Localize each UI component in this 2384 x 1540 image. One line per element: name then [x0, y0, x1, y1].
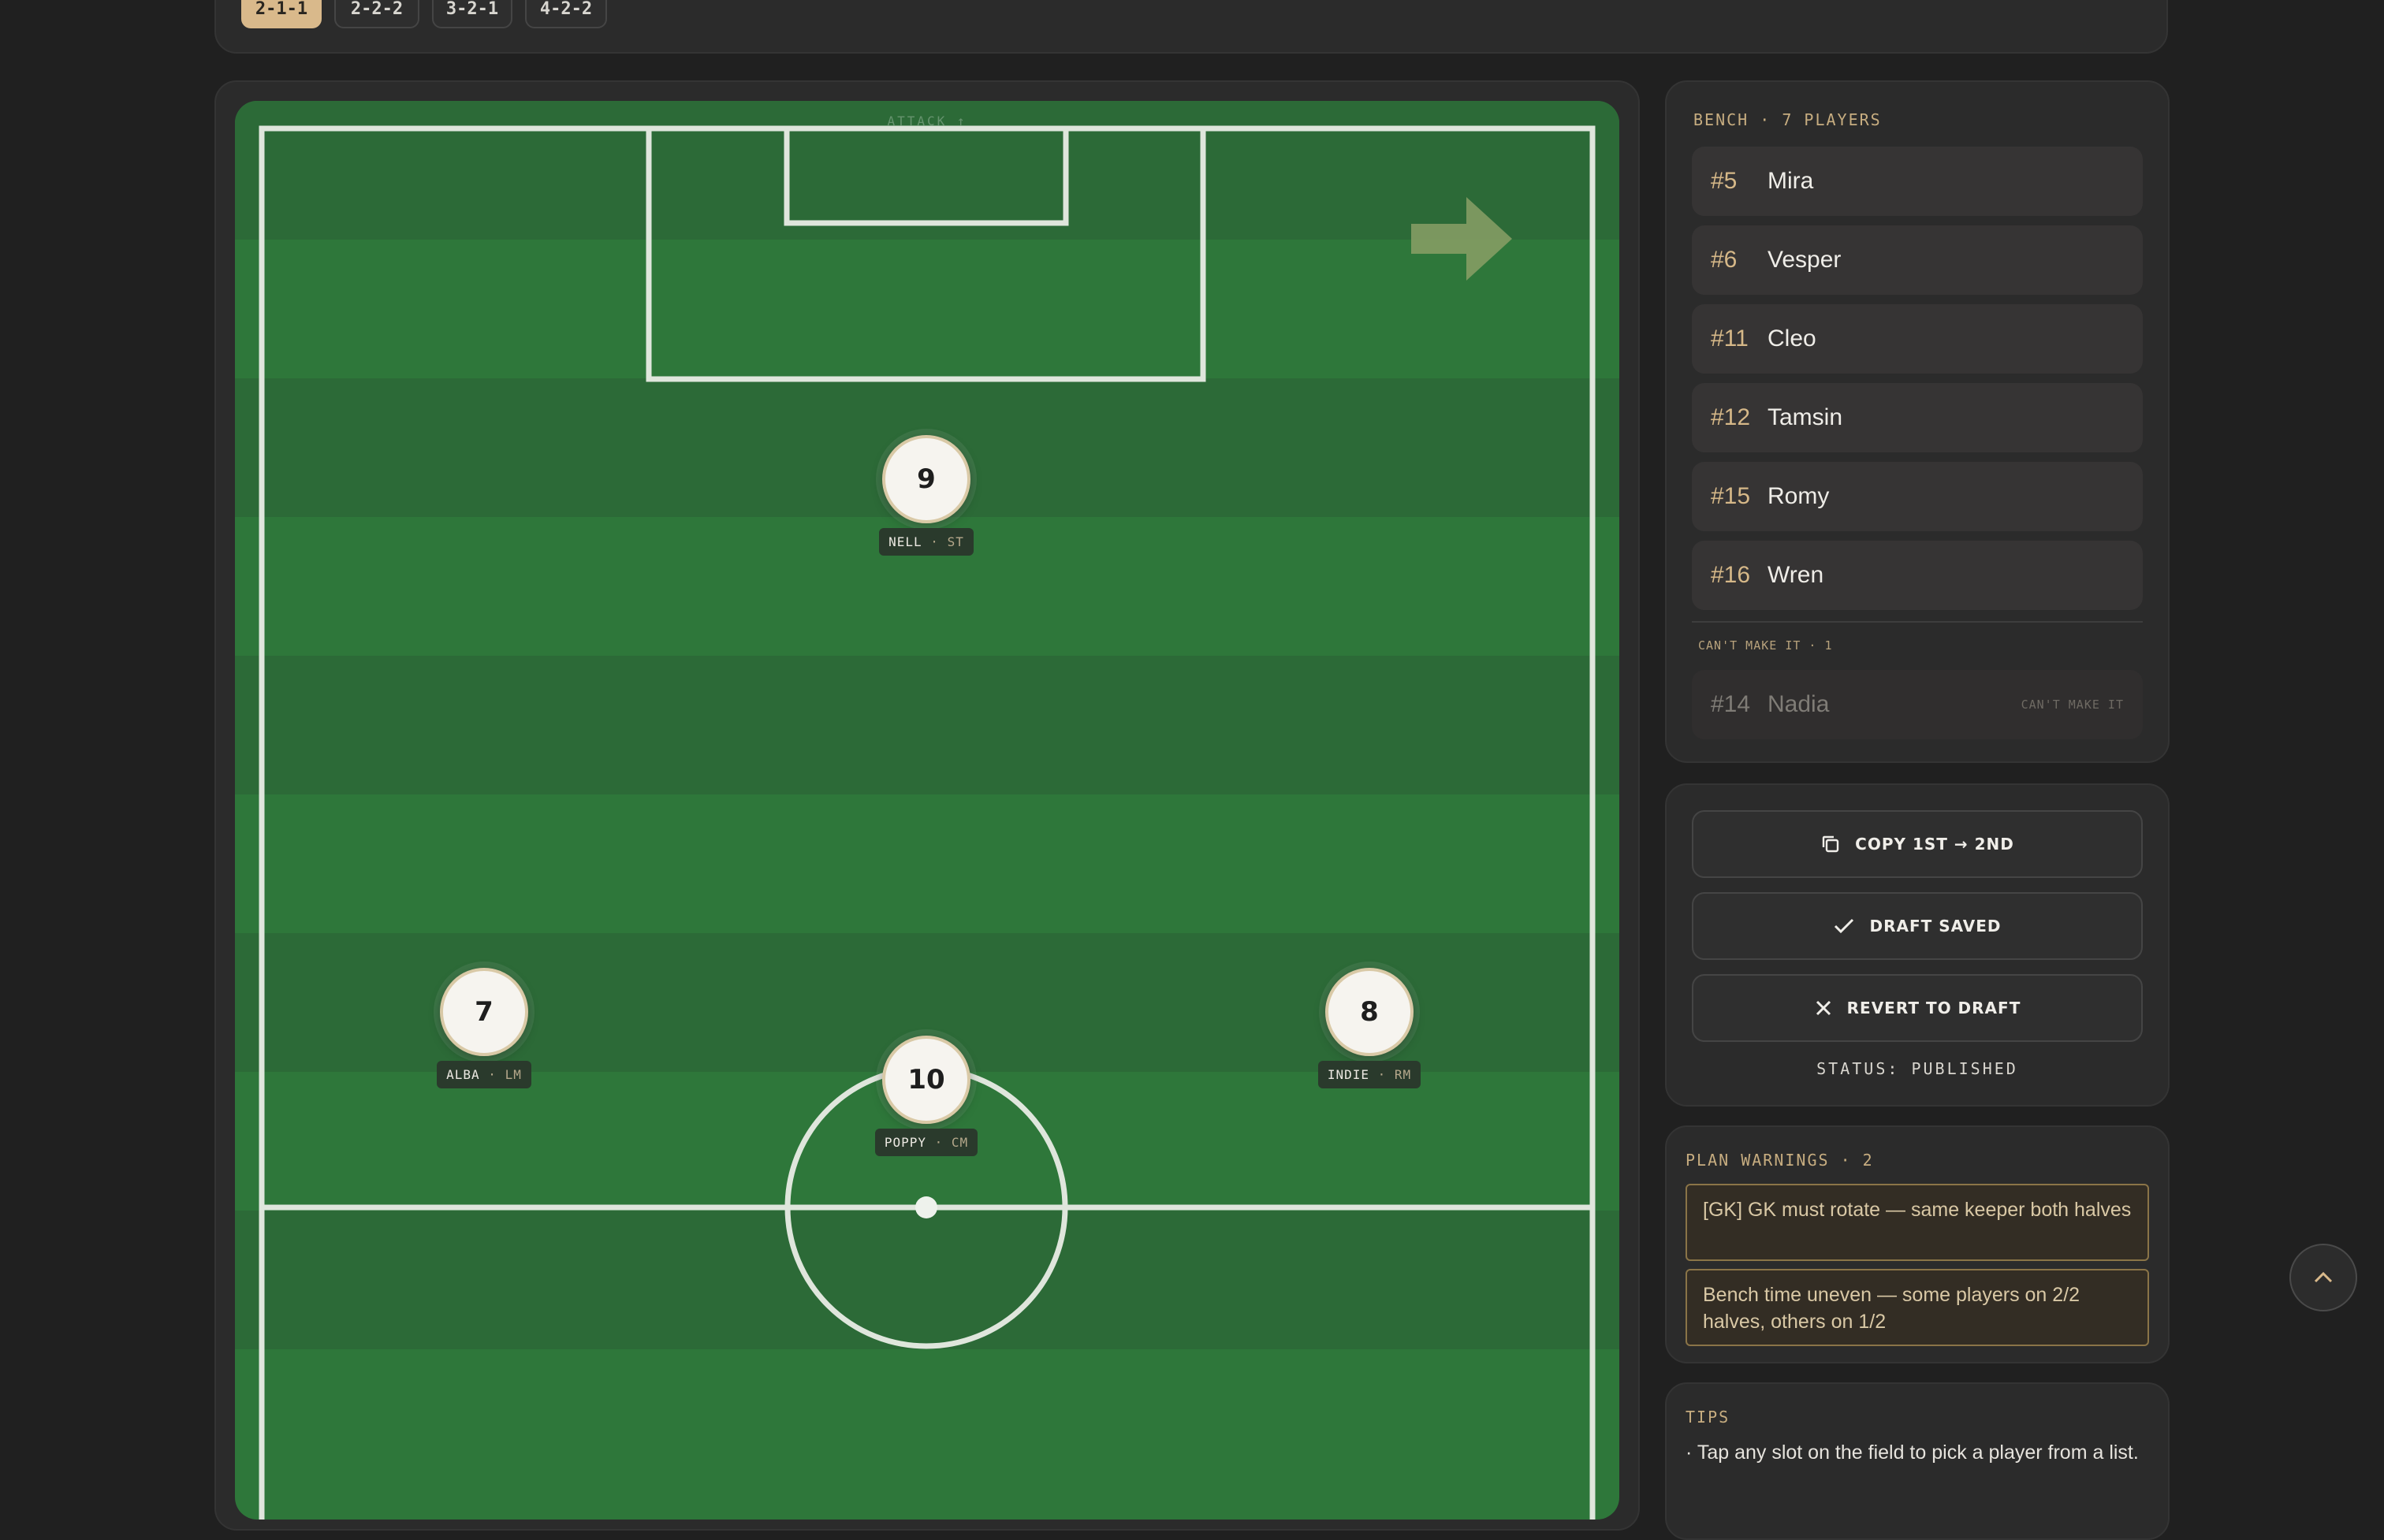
bench-player-number: #12 [1711, 404, 1751, 430]
bench-player-number: #15 [1711, 483, 1751, 509]
bench-player-name: Cleo [1768, 325, 1816, 352]
player-number: 10 [882, 1036, 970, 1124]
bench-player[interactable]: #11 Cleo [1692, 304, 2143, 374]
tips-card: TIPS · Tap any slot on the field to pick… [1665, 1382, 2170, 1540]
revert-label: REVERT TO DRAFT [1846, 999, 2021, 1017]
bench-player-name: Mira [1768, 168, 1814, 194]
actions-card: COPY 1ST → 2ND DRAFT SAVED REVERT TO DRA… [1665, 783, 2170, 1107]
tab-formation-3[interactable]: 3-2-1 [432, 0, 512, 28]
player-label: NELL · ST [847, 528, 1005, 556]
bench-player-name: Nadia [1768, 691, 1830, 717]
tab-formation-1[interactable]: 2-1-1 [241, 0, 322, 28]
warning-item: [GK] GK must rotate — same keeper both h… [1686, 1184, 2149, 1261]
pitch-markings [259, 125, 1596, 1520]
unavailable-title: CAN'T MAKE IT · 1 [1698, 638, 1833, 653]
check-icon [1835, 918, 1854, 934]
bench-player-name: Tamsin [1768, 404, 1843, 430]
bench-player-number: #14 [1711, 691, 1751, 717]
bench-player-number: #6 [1711, 247, 1738, 273]
player-label: INDIE · RM [1291, 1061, 1448, 1088]
draft-label: DRAFT SAVED [1869, 917, 2002, 936]
bench-player[interactable]: #15 Romy [1692, 462, 2143, 531]
player-number: 8 [1325, 968, 1414, 1056]
tips-text: · Tap any slot on the field to pick a pl… [1686, 1441, 2139, 1464]
bench-player[interactable]: #16 Wren [1692, 541, 2143, 610]
bench-player[interactable]: #6 Vesper [1692, 225, 2143, 295]
bench-card: BENCH · 7 PLAYERS #5 Mira #6 Vesper #11 … [1665, 80, 2170, 763]
warnings-title: PLAN WARNINGS · 2 [1686, 1151, 1874, 1170]
tab-formation-2[interactable]: 2-2-2 [334, 0, 419, 28]
bench-player-name: Wren [1768, 562, 1824, 588]
bench-title: BENCH · 7 PLAYERS [1693, 110, 1882, 129]
draft-saved-button[interactable]: DRAFT SAVED [1692, 892, 2143, 960]
divider [1692, 621, 2143, 623]
bench-player[interactable]: #5 Mira [1692, 147, 2143, 216]
warnings-card: PLAN WARNINGS · 2 [GK] GK must rotate — … [1665, 1125, 2170, 1363]
bench-player-name: Vesper [1768, 247, 1842, 273]
copy-half-button[interactable]: COPY 1ST → 2ND [1692, 810, 2143, 878]
arrow-right-icon [1411, 197, 1512, 281]
revert-to-draft-button[interactable]: REVERT TO DRAFT [1692, 974, 2143, 1042]
copy-label: COPY 1ST → 2ND [1855, 835, 2014, 854]
bench-player-number: #11 [1711, 325, 1749, 352]
close-icon [1816, 1000, 1831, 1016]
bench-player-name: Romy [1768, 483, 1830, 509]
unavailable-tag: CAN'T MAKE IT [2021, 697, 2124, 712]
player-number: 7 [440, 968, 528, 1056]
tips-title: TIPS [1686, 1408, 1730, 1427]
unavailable-player[interactable]: #14 Nadia CAN'T MAKE IT [1692, 670, 2143, 739]
bench-player[interactable]: #12 Tamsin [1692, 383, 2143, 452]
status-text: STATUS: PUBLISHED [1816, 1059, 2018, 1078]
chevron-up-icon [2314, 1271, 2333, 1283]
scroll-top-button[interactable] [2289, 1244, 2357, 1311]
bench-player-number: #5 [1711, 168, 1738, 194]
pitch: ATTACK ↑ 9 NELL · ST 7 ALBA · LM 8 INDIE… [235, 101, 1619, 1520]
tab-formation-4[interactable]: 4-2-2 [525, 0, 607, 28]
player-label: POPPY · CM [847, 1129, 1005, 1156]
bench-player-number: #16 [1711, 562, 1751, 588]
player-number: 9 [882, 435, 970, 523]
player-label: ALBA · LM [405, 1061, 563, 1088]
warning-item: Bench time uneven — some players on 2/2 … [1686, 1269, 2149, 1346]
attack-direction-label: ATTACK ↑ [887, 113, 967, 128]
copy-icon [1822, 835, 1839, 853]
formation-bar: 2-1-1 2-2-2 3-2-1 4-2-2 [214, 0, 2168, 54]
